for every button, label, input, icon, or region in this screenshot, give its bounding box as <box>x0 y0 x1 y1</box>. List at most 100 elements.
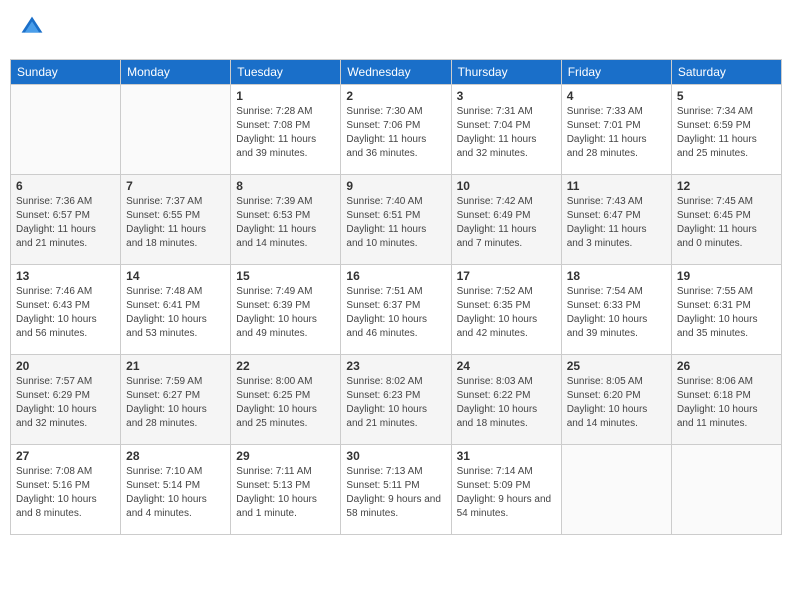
day-info: Sunrise: 7:57 AMSunset: 6:29 PMDaylight:… <box>16 375 115 431</box>
calendar-cell: 25 Sunrise: 8:05 AMSunset: 6:20 PMDayligh… <box>561 355 671 445</box>
calendar-cell: 15 Sunrise: 7:49 AMSunset: 6:39 PMDayligh… <box>231 265 341 355</box>
calendar-cell: 14Sunrise: 7:48 AMSunset: 6:41 PMDayligh… <box>121 265 231 355</box>
day-number: 29 <box>236 449 335 463</box>
day-number: 31 <box>457 449 556 463</box>
day-number: 22 <box>236 359 335 373</box>
day-number: 25 <box>567 359 666 373</box>
calendar-week-row: 27 Sunrise: 7:08 AMSunset: 5:16 PMDayligh… <box>11 445 782 535</box>
calendar-cell: 19Sunrise: 7:55 AMSunset: 6:31 PMDayligh… <box>671 265 781 355</box>
day-info: Sunrise: 7:51 AMSunset: 6:37 PMDaylight:… <box>346 285 445 341</box>
day-number: 8 <box>236 179 335 193</box>
day-info: Sunrise: 7:28 AMSunset: 7:08 PMDaylight:… <box>236 105 335 161</box>
calendar-cell <box>561 445 671 535</box>
calendar-cell: 7 Sunrise: 7:37 AMSunset: 6:55 PMDaylight… <box>121 175 231 265</box>
calendar-cell: 9 Sunrise: 7:40 AMSunset: 6:51 PMDaylight… <box>341 175 451 265</box>
calendar-cell: 30 Sunrise: 7:13 AMSunset: 5:11 PMDayligh… <box>341 445 451 535</box>
calendar-cell: 1Sunrise: 7:28 AMSunset: 7:08 PMDaylight… <box>231 85 341 175</box>
calendar-cell: 20 Sunrise: 7:57 AMSunset: 6:29 PMDayligh… <box>11 355 121 445</box>
day-info: Sunrise: 7:54 AMSunset: 6:33 PMDaylight:… <box>567 285 666 341</box>
calendar-cell: 10 Sunrise: 7:42 AMSunset: 6:49 PMDayligh… <box>451 175 561 265</box>
day-info: Sunrise: 7:31 AMSunset: 7:04 PMDaylight:… <box>457 105 556 161</box>
day-info: Sunrise: 7:13 AMSunset: 5:11 PMDaylight:… <box>346 465 445 521</box>
day-of-week-header: Monday <box>121 60 231 85</box>
calendar-cell: 13Sunrise: 7:46 AMSunset: 6:43 PMDayligh… <box>11 265 121 355</box>
day-info: Sunrise: 7:14 AMSunset: 5:09 PMDaylight:… <box>457 465 556 521</box>
day-of-week-header: Friday <box>561 60 671 85</box>
day-number: 26 <box>677 359 776 373</box>
day-number: 28 <box>126 449 225 463</box>
day-info: Sunrise: 7:37 AMSunset: 6:55 PMDaylight:… <box>126 195 225 251</box>
calendar-table: SundayMondayTuesdayWednesdayThursdayFrid… <box>10 59 782 535</box>
day-info: Sunrise: 8:03 AMSunset: 6:22 PMDaylight:… <box>457 375 556 431</box>
day-info: Sunrise: 7:11 AMSunset: 5:13 PMDaylight:… <box>236 465 335 521</box>
day-number: 21 <box>126 359 225 373</box>
day-info: Sunrise: 7:10 AMSunset: 5:14 PMDaylight:… <box>126 465 225 521</box>
calendar-cell: 17 Sunrise: 7:52 AMSunset: 6:35 PMDayligh… <box>451 265 561 355</box>
calendar-cell <box>11 85 121 175</box>
day-number: 13 <box>16 269 115 283</box>
calendar-cell: 18 Sunrise: 7:54 AMSunset: 6:33 PMDayligh… <box>561 265 671 355</box>
calendar-cell: 2 Sunrise: 7:30 AMSunset: 7:06 PMDaylight… <box>341 85 451 175</box>
day-info: Sunrise: 8:02 AMSunset: 6:23 PMDaylight:… <box>346 375 445 431</box>
calendar-cell: 27 Sunrise: 7:08 AMSunset: 5:16 PMDayligh… <box>11 445 121 535</box>
day-of-week-header: Thursday <box>451 60 561 85</box>
calendar-cell: 6 Sunrise: 7:36 AMSunset: 6:57 PMDaylight… <box>11 175 121 265</box>
day-info: Sunrise: 7:08 AMSunset: 5:16 PMDaylight:… <box>16 465 115 521</box>
day-info: Sunrise: 8:00 AMSunset: 6:25 PMDaylight:… <box>236 375 335 431</box>
calendar-cell: 8 Sunrise: 7:39 AMSunset: 6:53 PMDaylight… <box>231 175 341 265</box>
day-info: Sunrise: 7:52 AMSunset: 6:35 PMDaylight:… <box>457 285 556 341</box>
calendar-week-row: 13Sunrise: 7:46 AMSunset: 6:43 PMDayligh… <box>11 265 782 355</box>
day-of-week-header: Sunday <box>11 60 121 85</box>
logo <box>20 15 48 44</box>
day-number: 4 <box>567 89 666 103</box>
day-number: 5 <box>677 89 776 103</box>
day-info: Sunrise: 7:30 AMSunset: 7:06 PMDaylight:… <box>346 105 445 161</box>
page-header <box>10 10 782 49</box>
day-info: Sunrise: 7:39 AMSunset: 6:53 PMDaylight:… <box>236 195 335 251</box>
day-number: 15 <box>236 269 335 283</box>
day-number: 2 <box>346 89 445 103</box>
calendar-cell <box>121 85 231 175</box>
day-number: 17 <box>457 269 556 283</box>
day-info: Sunrise: 8:05 AMSunset: 6:20 PMDaylight:… <box>567 375 666 431</box>
calendar-cell <box>671 445 781 535</box>
day-of-week-header: Tuesday <box>231 60 341 85</box>
day-number: 9 <box>346 179 445 193</box>
calendar-cell: 26 Sunrise: 8:06 AMSunset: 6:18 PMDayligh… <box>671 355 781 445</box>
calendar-cell: 28 Sunrise: 7:10 AMSunset: 5:14 PMDayligh… <box>121 445 231 535</box>
day-number: 10 <box>457 179 556 193</box>
calendar-cell: 3 Sunrise: 7:31 AMSunset: 7:04 PMDaylight… <box>451 85 561 175</box>
day-number: 18 <box>567 269 666 283</box>
calendar-week-row: 6 Sunrise: 7:36 AMSunset: 6:57 PMDaylight… <box>11 175 782 265</box>
calendar-header-row: SundayMondayTuesdayWednesdayThursdayFrid… <box>11 60 782 85</box>
day-info: Sunrise: 7:33 AMSunset: 7:01 PMDaylight:… <box>567 105 666 161</box>
day-number: 6 <box>16 179 115 193</box>
day-of-week-header: Saturday <box>671 60 781 85</box>
day-number: 16 <box>346 269 445 283</box>
day-number: 20 <box>16 359 115 373</box>
day-info: Sunrise: 7:36 AMSunset: 6:57 PMDaylight:… <box>16 195 115 251</box>
calendar-cell: 16 Sunrise: 7:51 AMSunset: 6:37 PMDayligh… <box>341 265 451 355</box>
day-info: Sunrise: 7:48 AMSunset: 6:41 PMDaylight:… <box>126 285 225 341</box>
logo-icon <box>20 15 44 39</box>
calendar-week-row: 20 Sunrise: 7:57 AMSunset: 6:29 PMDayligh… <box>11 355 782 445</box>
calendar-cell: 22 Sunrise: 8:00 AMSunset: 6:25 PMDayligh… <box>231 355 341 445</box>
calendar-cell: 4 Sunrise: 7:33 AMSunset: 7:01 PMDaylight… <box>561 85 671 175</box>
day-info: Sunrise: 7:42 AMSunset: 6:49 PMDaylight:… <box>457 195 556 251</box>
day-info: Sunrise: 7:45 AMSunset: 6:45 PMDaylight:… <box>677 195 776 251</box>
calendar-week-row: 1Sunrise: 7:28 AMSunset: 7:08 PMDaylight… <box>11 85 782 175</box>
day-number: 7 <box>126 179 225 193</box>
day-number: 3 <box>457 89 556 103</box>
day-info: Sunrise: 8:06 AMSunset: 6:18 PMDaylight:… <box>677 375 776 431</box>
day-info: Sunrise: 7:34 AMSunset: 6:59 PMDaylight:… <box>677 105 776 161</box>
day-info: Sunrise: 7:43 AMSunset: 6:47 PMDaylight:… <box>567 195 666 251</box>
day-info: Sunrise: 7:49 AMSunset: 6:39 PMDaylight:… <box>236 285 335 341</box>
day-info: Sunrise: 7:40 AMSunset: 6:51 PMDaylight:… <box>346 195 445 251</box>
calendar-cell: 12Sunrise: 7:45 AMSunset: 6:45 PMDayligh… <box>671 175 781 265</box>
day-number: 27 <box>16 449 115 463</box>
calendar-cell: 29 Sunrise: 7:11 AMSunset: 5:13 PMDayligh… <box>231 445 341 535</box>
calendar-cell: 21Sunrise: 7:59 AMSunset: 6:27 PMDayligh… <box>121 355 231 445</box>
day-number: 30 <box>346 449 445 463</box>
calendar-cell: 31 Sunrise: 7:14 AMSunset: 5:09 PMDayligh… <box>451 445 561 535</box>
calendar-cell: 23Sunrise: 8:02 AMSunset: 6:23 PMDayligh… <box>341 355 451 445</box>
